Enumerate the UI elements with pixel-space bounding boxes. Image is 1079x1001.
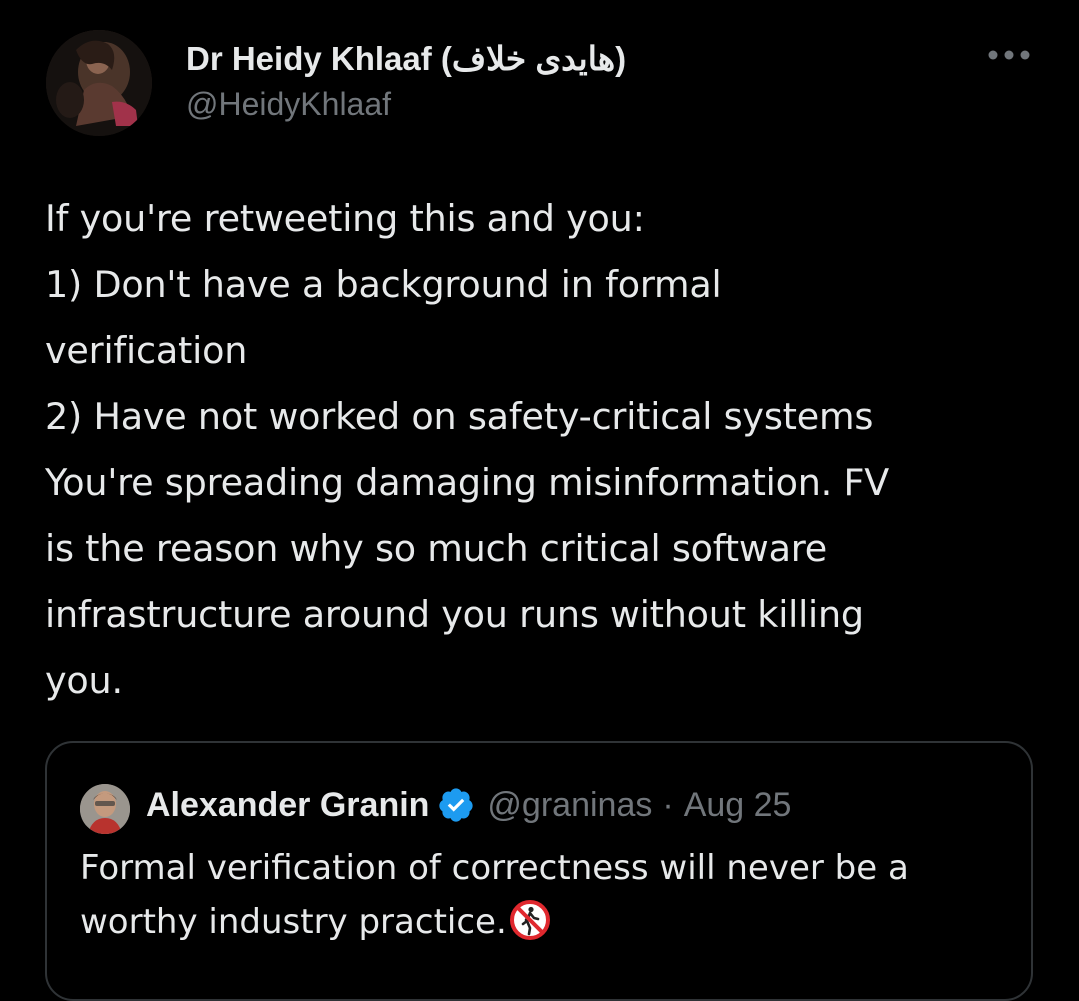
tweet-text-line: You're spreading damaging misinformation… — [45, 461, 890, 504]
tweet-text-line: 1) Don't have a background in formal — [45, 263, 722, 306]
more-horizontal-icon — [988, 50, 1030, 60]
quoted-text-line-with-emoji: worthy industry practice. — [80, 895, 1020, 949]
quoted-tweet-card[interactable]: Alexander Granin @graninas · Aug 25 Form… — [45, 741, 1033, 1001]
quoted-author-avatar[interactable] — [80, 784, 130, 834]
verified-badge-icon — [437, 786, 475, 824]
no-pedestrians-emoji-icon — [509, 899, 551, 941]
quoted-text-line: Formal verification of correctness will … — [80, 848, 909, 888]
quoted-tweet-date[interactable]: Aug 25 — [684, 786, 792, 825]
author-display-name[interactable]: Dr Heidy Khlaaf (هايدى خلاف) — [186, 39, 626, 78]
author-avatar[interactable] — [46, 30, 152, 136]
tweet-text-line: verification — [45, 329, 248, 372]
author-handle[interactable]: @HeidyKhlaaf — [186, 86, 391, 123]
separator-dot: · — [662, 785, 674, 824]
quoted-author-name[interactable]: Alexander Granin — [146, 786, 429, 825]
tweet: Dr Heidy Khlaaf (هايدى خلاف) @HeidyKhlaa… — [0, 0, 1079, 1001]
author-name-row: Dr Heidy Khlaaf (هايدى خلاف) — [186, 34, 626, 82]
quoted-author-handle[interactable]: @graninas — [487, 786, 652, 825]
tweet-text-line: If you're retweeting this and you: — [45, 197, 645, 240]
quoted-text-line: worthy industry practice. — [80, 902, 507, 942]
tweet-text: If you're retweeting this and you: 1) Do… — [45, 186, 1045, 714]
quoted-tweet-header: Alexander Granin @graninas · Aug 25 — [146, 781, 791, 829]
tweet-text-line: 2) Have not worked on safety-critical sy… — [45, 395, 874, 438]
tweet-text-line: infrastructure around you runs without k… — [45, 593, 864, 636]
more-options-button[interactable] — [984, 40, 1034, 70]
tweet-text-line: is the reason why so much critical softw… — [45, 527, 827, 570]
tweet-text-line: you. — [45, 659, 123, 702]
quoted-tweet-text: Formal verification of correctness will … — [80, 841, 1020, 949]
